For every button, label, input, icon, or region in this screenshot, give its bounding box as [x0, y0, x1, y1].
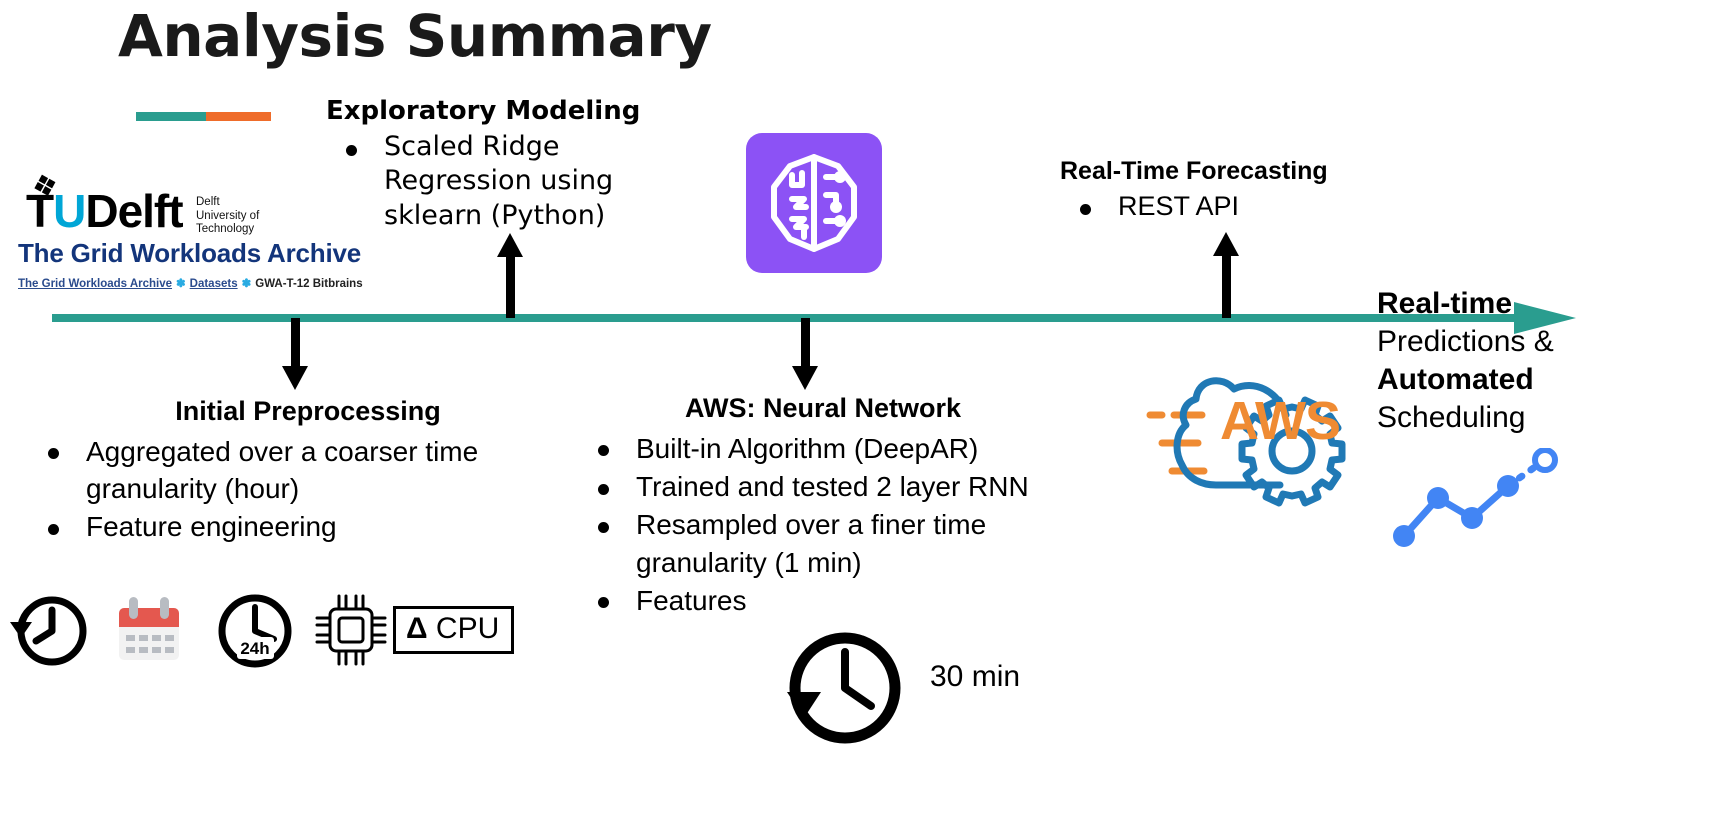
- tudelft-delft-word: Delft: [85, 185, 183, 237]
- list-item: Scaled Ridge Regression using sklearn (P…: [326, 130, 646, 233]
- breadcrumb-item-datasets[interactable]: Datasets: [190, 278, 238, 290]
- grid-workloads-archive-title: The Grid Workloads Archive: [18, 238, 361, 268]
- tudelft-letters: TUDelft: [26, 185, 184, 237]
- delta-cpu-badge: Δ CPU: [393, 606, 515, 654]
- clock-icon: [787, 632, 901, 744]
- arrow-stem: [291, 318, 300, 368]
- bullet-list: Scaled Ridge Regression using sklearn (P…: [326, 130, 646, 233]
- clock-24h-icon: 24h: [218, 594, 292, 668]
- list-item: Feature engineering: [28, 508, 588, 545]
- breadcrumb-separator-icon: ✽: [241, 278, 252, 290]
- connector-arrow-exploratory: [497, 233, 523, 318]
- arrow-stem: [506, 255, 515, 318]
- aws-wordmark: AWS: [1220, 391, 1341, 451]
- section-real-time-forecasting: Real-Time Forecasting REST API: [1060, 157, 1420, 225]
- breadcrumb-item-archive[interactable]: The Grid Workloads Archive: [18, 278, 172, 290]
- tudelft-subtitle-line-1: Delft: [196, 196, 220, 208]
- list-item: Trained and tested 2 layer RNN: [578, 468, 1068, 505]
- brain-circuit-icon: [771, 154, 857, 252]
- arrow-tip-icon: [1213, 232, 1239, 256]
- page-title: Analysis Summary: [118, 2, 712, 70]
- line-chart-icon: [1390, 447, 1565, 558]
- section-exploratory-modeling: Exploratory Modeling Scaled Ridge Regres…: [326, 96, 646, 234]
- section-initial-preprocessing: Initial Preprocessing Aggregated over a …: [28, 396, 588, 547]
- outcome-line-3: Automated: [1377, 363, 1534, 397]
- list-item: Resampled over a finer time granularity …: [578, 506, 1068, 580]
- outcome-text: Real-time Predictions & Automated Schedu…: [1377, 285, 1707, 437]
- arrow-tip-icon: [792, 366, 818, 390]
- section-heading: Exploratory Modeling: [326, 96, 641, 126]
- outcome-line-4: Scheduling: [1377, 401, 1526, 435]
- connector-arrow-forecasting: [1213, 232, 1239, 318]
- timeline-shaft: [52, 314, 1522, 322]
- arrow-tip-icon: [497, 233, 523, 257]
- calendar-icon: [119, 597, 179, 660]
- arrow-tip-icon: [282, 366, 308, 390]
- accent-rule: [136, 112, 271, 121]
- arrow-stem: [801, 318, 810, 368]
- breadcrumb-item-current: GWA-T-12 Bitbrains: [255, 278, 363, 290]
- accent-rule-teal-segment: [136, 112, 206, 121]
- list-item: Built-in Algorithm (DeepAR): [578, 430, 1068, 467]
- breadcrumb-separator-icon: ✽: [176, 278, 186, 290]
- clock-30min-label: 30 min: [930, 660, 1021, 693]
- tudelft-subtitle-line-2: University of: [196, 209, 260, 222]
- list-item: Aggregated over a coarser time granulari…: [28, 433, 588, 507]
- delta-symbol: Δ: [406, 612, 428, 645]
- bullet-list: Aggregated over a coarser time granulari…: [28, 433, 588, 546]
- bullet-list: REST API: [1060, 189, 1420, 224]
- tudelft-subtitle: Delft University of Technology: [196, 196, 259, 237]
- tudelft-subtitle-line-3: Technology: [196, 223, 255, 236]
- connector-arrow-preprocessing: [282, 318, 308, 390]
- list-item: REST API: [1060, 189, 1420, 224]
- icon-row: 24h Δ CPU: [8, 592, 528, 672]
- timeline-axis: [52, 302, 1576, 334]
- sagemaker-brain-tile: [746, 133, 882, 273]
- tudelft-u-letter: U: [53, 185, 86, 237]
- section-heading: Real-Time Forecasting: [1060, 157, 1328, 185]
- aws-logo: AWS: [1140, 355, 1370, 525]
- section-heading: Initial Preprocessing: [175, 396, 441, 426]
- clock-rewind-icon: [10, 596, 87, 666]
- outcome-line-1: Real-time: [1377, 287, 1513, 320]
- breadcrumb: The Grid Workloads Archive ✽ Datasets ✽ GWA-…: [18, 276, 388, 290]
- analysis-summary-slide: Analysis Summary ❖ TUDelft Delft Univers…: [0, 0, 1725, 823]
- list-item: Features: [578, 582, 1068, 619]
- outcome-line-2: Predictions &: [1377, 325, 1554, 359]
- connector-arrow-neural-network: [792, 318, 818, 390]
- accent-rule-orange-segment: [206, 112, 271, 121]
- bullet-list: Built-in Algorithm (DeepAR) Trained and …: [578, 430, 1068, 619]
- section-heading: AWS: Neural Network: [684, 393, 962, 423]
- clock-30min-group: 30 min: [785, 630, 1045, 750]
- cpu-chip-icon: [315, 594, 387, 666]
- clock-24h-label: 24h: [240, 639, 269, 658]
- arrow-stem: [1222, 254, 1231, 318]
- section-aws-neural-network: AWS: Neural Network Built-in Algorithm (…: [578, 393, 1068, 620]
- cpu-label: CPU: [435, 612, 500, 645]
